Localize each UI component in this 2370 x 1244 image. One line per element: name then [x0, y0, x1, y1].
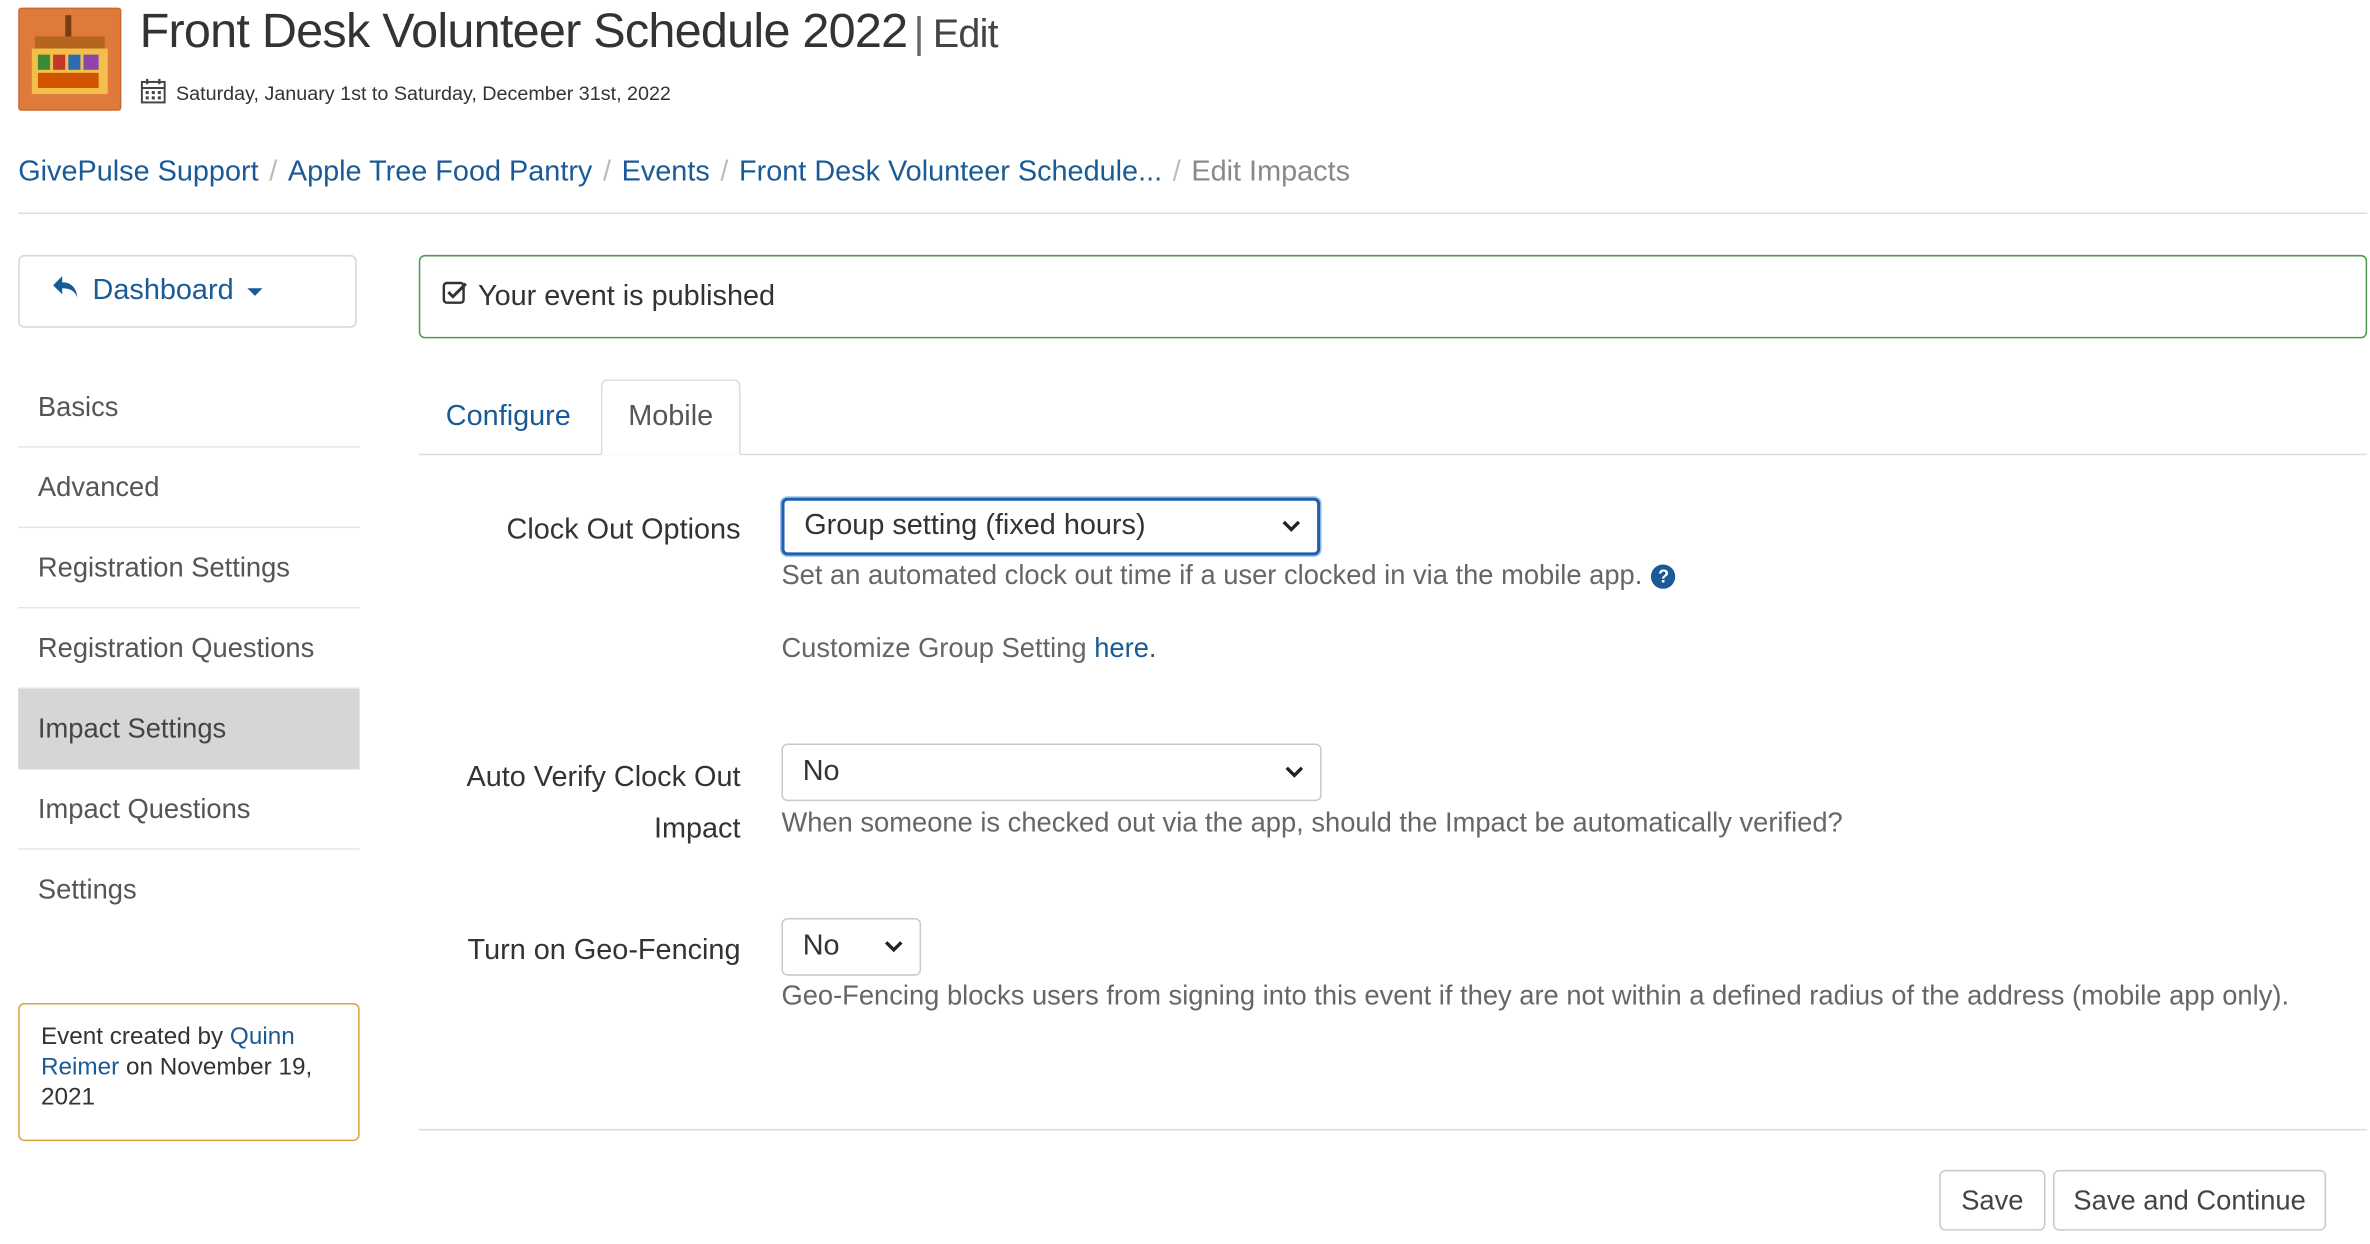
edit-mode-label: Edit — [932, 10, 999, 57]
auto-verify-value: No — [802, 755, 840, 788]
breadcrumb-current: Edit Impacts — [1191, 156, 1351, 189]
auto-verify-select[interactable]: No — [781, 743, 1322, 802]
geo-fencing-value: No — [802, 930, 840, 963]
customize-group-setting: Customize Group Setting here. — [781, 632, 1157, 664]
chevron-down-icon — [1281, 510, 1302, 543]
auto-verify-help: When someone is checked out via the app,… — [781, 807, 1843, 838]
tab-mobile[interactable]: Mobile — [600, 379, 741, 456]
save-button[interactable]: Save — [1939, 1169, 2046, 1231]
sidebar-item-impact-questions[interactable]: Impact Questions — [18, 769, 360, 850]
title-separator: | — [913, 9, 924, 57]
header-divider — [18, 212, 2368, 214]
breadcrumb-apple-tree-food-pantry[interactable]: Apple Tree Food Pantry — [288, 156, 592, 188]
reply-arrow-icon — [50, 273, 80, 309]
tab-configure[interactable]: Configure — [419, 379, 598, 455]
calendar-icon — [140, 77, 167, 109]
sidebar-item-registration-questions[interactable]: Registration Questions — [18, 608, 360, 689]
clock-out-options-label: Clock Out Options — [506, 514, 741, 547]
sidebar-item-impact-settings[interactable]: Impact Settings — [18, 688, 360, 770]
breadcrumb-event[interactable]: Front Desk Volunteer Schedule... — [739, 156, 1162, 188]
published-alert-text: Your event is published — [477, 279, 776, 312]
geo-fencing-label: Turn on Geo-Fencing — [467, 934, 741, 967]
date-range-text: Saturday, January 1st to Saturday, Decem… — [176, 81, 671, 105]
event-title: Front Desk Volunteer Schedule 2022 — [139, 3, 909, 58]
breadcrumb: GivePulse Support / Apple Tree Food Pantry… — [18, 156, 1351, 189]
sidebar-nav: Basics Advanced Registration Settings Re… — [18, 367, 360, 930]
clock-out-help: Set an automated clock out time if a use… — [781, 560, 1676, 592]
caret-down-icon — [246, 275, 264, 308]
event-date-range: Saturday, January 1st to Saturday, Decem… — [140, 77, 671, 109]
sidebar-item-advanced[interactable]: Advanced — [18, 448, 360, 529]
customize-here-link[interactable]: here. — [1094, 633, 1156, 663]
save-and-continue-button[interactable]: Save and Continue — [2053, 1169, 2327, 1231]
sidebar-item-basics[interactable]: Basics — [18, 367, 360, 448]
help-question-icon[interactable]: ? — [1651, 564, 1676, 589]
geo-fencing-select[interactable]: No — [781, 918, 922, 976]
breadcrumb-events[interactable]: Events — [622, 156, 710, 188]
event-created-note: Event created by Quinn Reimer on Novembe… — [18, 1003, 360, 1142]
auto-verify-label: Auto Verify Clock Out Impact — [466, 761, 741, 846]
breadcrumb-givepulse-support[interactable]: GivePulse Support — [18, 156, 258, 188]
form-footer-divider — [418, 1128, 2368, 1131]
clock-out-options-select[interactable]: Group setting (fixed hours) — [781, 497, 1321, 556]
published-alert: Your event is published — [418, 254, 2368, 339]
clock-out-options-value: Group setting (fixed hours) — [804, 509, 1146, 542]
sidebar-item-registration-settings[interactable]: Registration Settings — [18, 528, 360, 609]
dashboard-button[interactable]: Dashboard — [18, 254, 357, 328]
checkbox-checked-icon — [442, 278, 469, 314]
event-logo — [18, 7, 122, 111]
chevron-down-icon — [1284, 756, 1305, 789]
chevron-down-icon — [883, 930, 904, 963]
sidebar-item-settings[interactable]: Settings — [18, 850, 359, 930]
dashboard-label: Dashboard — [92, 274, 234, 307]
geo-fencing-help: Geo-Fencing blocks users from signing in… — [781, 980, 2290, 1011]
page-title: Front Desk Volunteer Schedule 2022 | Edit — [139, 3, 999, 59]
